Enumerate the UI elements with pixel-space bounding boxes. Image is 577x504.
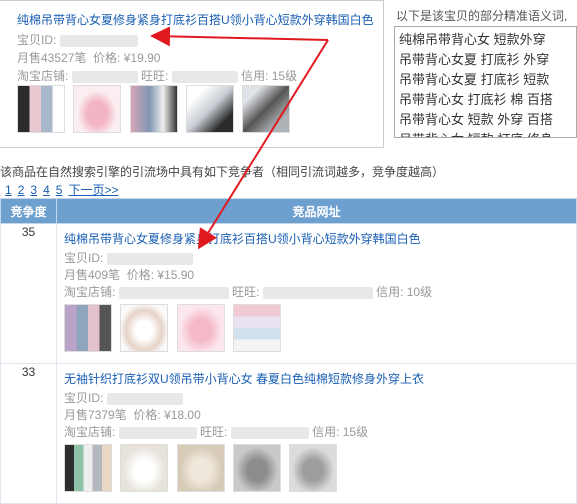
sales-count: 月售43527笔 <box>17 51 87 65</box>
price-value: ¥19.90 <box>123 51 161 65</box>
shop-label: 淘宝店铺: <box>64 425 116 439</box>
page-link-4[interactable]: 4 <box>43 183 50 197</box>
product-thumbnail[interactable] <box>233 304 282 352</box>
competitor-cell: 无袖针织打底衫双U领吊带小背心女 春夏白色纯棉短款修身外穿上衣 宝贝ID: 月售… <box>56 363 577 504</box>
product-thumbnail[interactable] <box>176 304 225 352</box>
product-thumbnail[interactable] <box>120 304 169 352</box>
price-label: 价格: <box>93 51 121 65</box>
target-product-title-link[interactable]: 纯棉吊带背心女夏修身紧身打底衫百搭U领小背心短款外穿韩国白色 <box>17 11 374 28</box>
competitor-thumbnails <box>64 444 569 496</box>
competition-score: 33 <box>0 363 57 504</box>
price-value: ¥18.00 <box>164 408 201 422</box>
semantic-line: 吊带背心女夏 打底衫 外穿 <box>399 52 550 67</box>
redacted-id <box>106 252 193 265</box>
id-label: 宝贝ID: <box>64 251 104 265</box>
wangwang-label: 旺旺: <box>232 285 260 299</box>
credit-level: 10级 <box>406 285 433 299</box>
price-label: 价格: <box>126 268 155 282</box>
product-thumbnail[interactable] <box>233 444 282 492</box>
page-link-5[interactable]: 5 <box>56 183 63 197</box>
col-header-url: 竞品网址 <box>56 198 577 224</box>
product-thumbnail[interactable] <box>64 304 112 352</box>
competitor-thumbnails <box>64 304 569 356</box>
sales-count: 月售409笔 <box>64 268 121 282</box>
product-thumbnail[interactable] <box>176 444 225 492</box>
shop-label: 淘宝店铺: <box>17 69 69 83</box>
semantic-words-textarea[interactable]: 纯棉吊带背心女 短款外穿 吊带背心女夏 打底衫 外穿 吊带背心女夏 打底衫 短款… <box>394 26 577 138</box>
id-label: 宝贝ID: <box>17 33 57 47</box>
semantic-line: 吊带背心女 短款 打底 修身 <box>399 130 572 137</box>
shop-label: 淘宝店铺: <box>64 285 116 299</box>
product-thumbnail[interactable] <box>242 85 291 133</box>
page-link-1[interactable]: 1 <box>5 183 12 197</box>
redacted-shop <box>71 70 138 83</box>
redacted-id <box>106 392 183 405</box>
page-link-3[interactable]: 3 <box>30 183 37 197</box>
product-thumbnail[interactable] <box>289 444 338 492</box>
redacted-wangwang <box>171 70 238 83</box>
wangwang-label: 旺旺: <box>200 425 228 439</box>
competitor-title-link[interactable]: 无袖针织打底衫双U领吊带小背心女 春夏白色纯棉短款修身外穿上衣 <box>64 372 424 386</box>
pagination: 1 2 3 4 5 下一页>> <box>5 181 124 198</box>
competitor-sales-row: 月售409笔 价格: ¥15.90 <box>64 267 569 284</box>
competitor-table: 竞争度 竞品网址 35 纯棉吊带背心女夏修身紧身打底衫百搭U领小背心短款外穿韩国… <box>0 198 577 504</box>
redacted-wangwang <box>262 286 373 299</box>
price-label: 价格: <box>133 408 161 422</box>
product-thumbnail[interactable] <box>64 444 112 492</box>
page-link-2[interactable]: 2 <box>18 183 25 197</box>
target-thumbnails <box>17 85 295 133</box>
competitor-cell: 纯棉吊带背心女夏修身紧身打底衫百搭U领小背心短款外穿韩国白色 宝贝ID: 月售4… <box>56 223 577 364</box>
product-thumbnail[interactable] <box>17 85 65 133</box>
target-sales-row: 月售43527笔 价格: ¥19.90 <box>17 49 160 66</box>
table-row: 35 纯棉吊带背心女夏修身紧身打底衫百搭U领小背心短款外穿韩国白色 宝贝ID: … <box>0 223 577 364</box>
credit-label: 信用: <box>376 285 404 299</box>
competitor-id-row: 宝贝ID: <box>64 390 569 407</box>
target-shop-row: 淘宝店铺: 旺旺: 信用: 15级 <box>17 67 297 84</box>
competitor-shop-row: 淘宝店铺: 旺旺: 信用: 15级 <box>64 424 569 441</box>
table-header-row: 竞争度 竞品网址 <box>0 198 577 224</box>
competitor-sales-row: 月售7379笔 价格: ¥18.00 <box>64 407 569 424</box>
competition-score: 35 <box>0 223 57 364</box>
competitor-title-link[interactable]: 纯棉吊带背心女夏修身紧身打底衫百搭U领小背心短款外穿韩国白色 <box>64 232 421 246</box>
semantic-line: 吊带背心女 短款 外穿 百搭 <box>399 112 553 127</box>
semantic-line: 吊带背心女 打底衫 棉 百搭 <box>399 92 553 107</box>
col-header-score: 竞争度 <box>0 198 57 224</box>
credit-level: 15级 <box>342 425 369 439</box>
product-thumbnail[interactable] <box>129 85 178 133</box>
wangwang-label: 旺旺: <box>141 69 169 83</box>
sales-count: 月售7379笔 <box>64 408 127 422</box>
competitor-note: 该商品在自然搜索引擎的引流场中具有如下竞争者（相同引流词越多，竞争度越高） <box>0 165 445 179</box>
competitor-shop-row: 淘宝店铺: 旺旺: 信用: 10级 <box>64 284 569 301</box>
redacted-id <box>59 34 138 47</box>
credit-label: 信用: <box>312 425 340 439</box>
next-page-link[interactable]: 下一页>> <box>68 183 118 197</box>
id-label: 宝贝ID: <box>64 391 104 405</box>
semantic-line: 吊带背心女夏 打底衫 短款 <box>399 72 550 87</box>
target-product-card: 纯棉吊带背心女夏修身紧身打底衫百搭U领小背心短款外穿韩国白色 宝贝ID: 月售4… <box>0 0 384 148</box>
table-row: 33 无袖针织打底衫双U领吊带小背心女 春夏白色纯棉短款修身外穿上衣 宝贝ID:… <box>0 363 577 504</box>
product-thumbnail[interactable] <box>73 85 122 133</box>
credit-label: 信用: <box>241 69 269 83</box>
semantic-words-panel: 以下是该宝贝的部分精准语义词, 纯棉吊带背心女 短款外穿 吊带背心女夏 打底衫 … <box>390 0 577 148</box>
target-id-row: 宝贝ID: <box>17 31 138 48</box>
product-thumbnail[interactable] <box>120 444 169 492</box>
target-product-panel: 纯棉吊带背心女夏修身紧身打底衫百搭U领小背心短款外穿韩国白色 宝贝ID: 月售4… <box>0 0 577 150</box>
semantic-line: 纯棉吊带背心女 短款外穿 <box>399 32 546 47</box>
redacted-wangwang <box>230 426 309 439</box>
redacted-shop <box>118 426 197 439</box>
credit-level: 15级 <box>271 69 298 83</box>
product-thumbnail[interactable] <box>186 85 235 133</box>
price-value: ¥15.90 <box>157 268 195 282</box>
semantic-words-header: 以下是该宝贝的部分精准语义词, <box>396 9 568 23</box>
competitor-id-row: 宝贝ID: <box>64 250 569 267</box>
redacted-shop <box>118 286 229 299</box>
